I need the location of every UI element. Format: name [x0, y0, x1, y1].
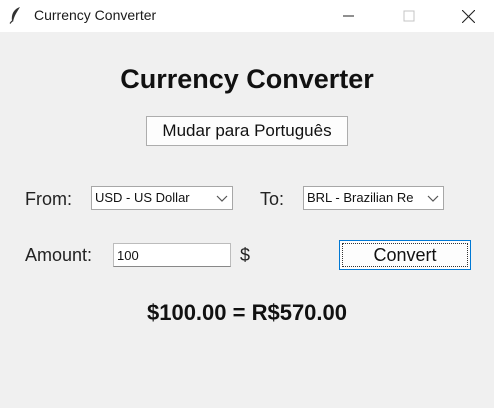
page-title: Currency Converter — [120, 64, 374, 94]
minimize-button[interactable] — [326, 0, 372, 32]
from-currency-value: USD - US Dollar — [95, 190, 190, 205]
convert-button[interactable]: Convert — [339, 240, 471, 270]
maximize-icon — [403, 10, 415, 22]
from-currency-select[interactable]: USD - US Dollar — [91, 186, 233, 210]
language-toggle-button[interactable]: Mudar para Português — [146, 116, 348, 146]
window-title: Currency Converter — [34, 7, 157, 23]
close-icon — [462, 10, 475, 23]
to-currency-select[interactable]: BRL - Brazilian Re — [303, 186, 444, 210]
to-label: To: — [260, 189, 285, 209]
title-bar[interactable]: Currency Converter — [0, 0, 494, 32]
amount-input[interactable]: 100 — [113, 243, 231, 267]
chevron-down-icon[interactable] — [426, 193, 440, 205]
amount-label: Amount: — [25, 245, 93, 265]
to-currency-value: BRL - Brazilian Re — [307, 190, 414, 205]
close-button[interactable] — [445, 0, 491, 32]
chevron-down-icon[interactable] — [215, 193, 229, 205]
minimize-icon — [343, 15, 354, 17]
maximize-button[interactable] — [386, 0, 432, 32]
from-label: From: — [25, 189, 72, 209]
feather-icon — [8, 6, 24, 24]
focus-ring — [342, 243, 468, 267]
currency-symbol: $ — [240, 245, 251, 265]
conversion-result: $100.00 = R$570.00 — [146, 300, 347, 325]
main-content: Currency Converter Mudar para Português … — [0, 32, 494, 408]
amount-value: 100 — [117, 248, 139, 263]
